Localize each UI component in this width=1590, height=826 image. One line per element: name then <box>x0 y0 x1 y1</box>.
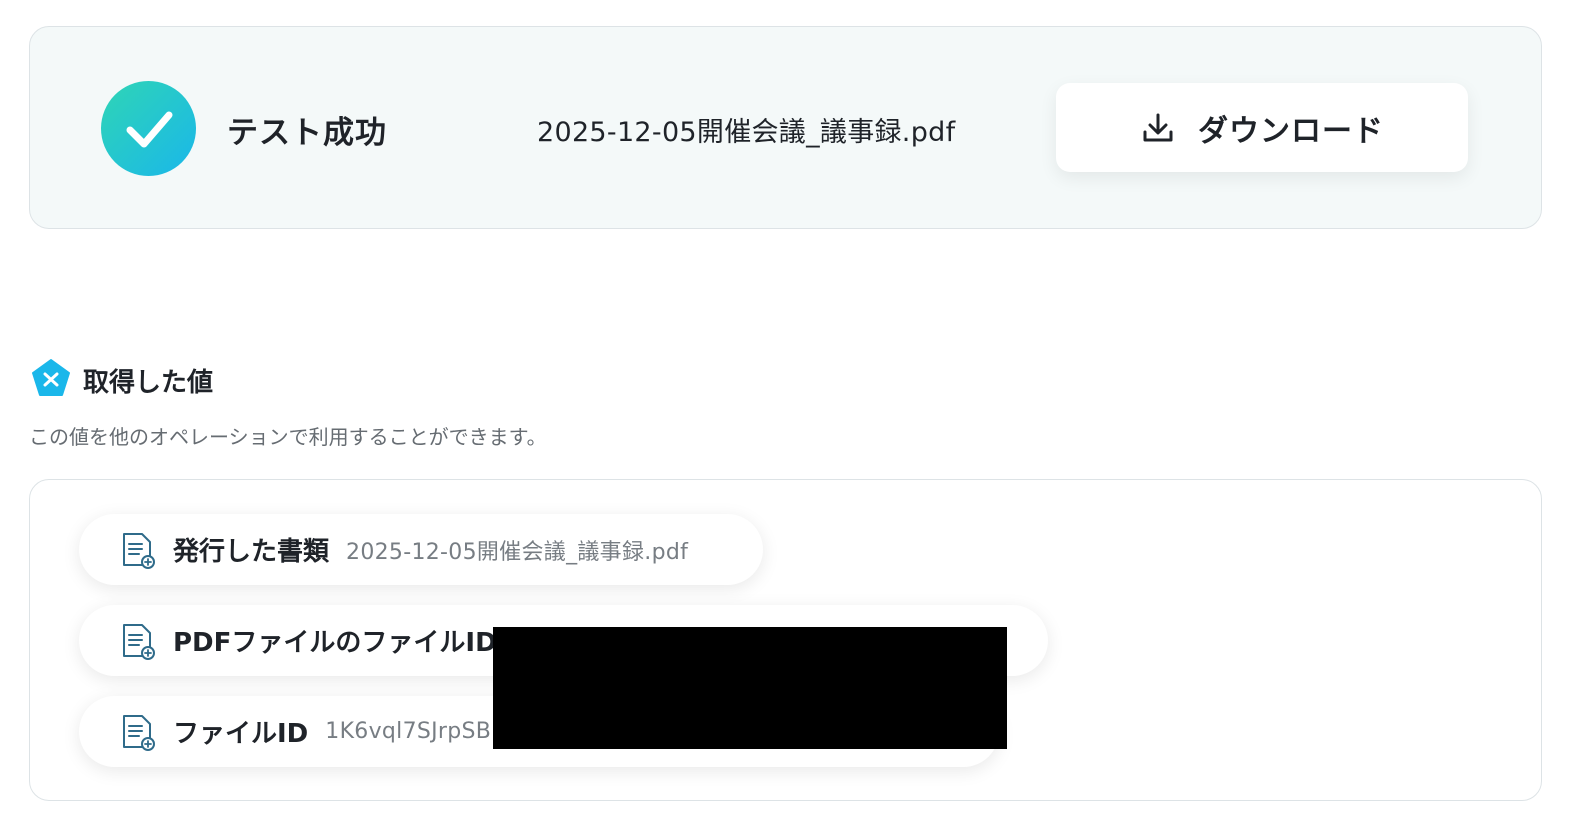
variable-icon <box>32 359 70 396</box>
success-check-icon <box>101 81 196 176</box>
value-item-label: ファイルID <box>173 719 309 749</box>
value-item-label: PDFファイルのファイルID <box>173 628 497 658</box>
section-description: この値を他のオペレーションで利用することができます。 <box>29 425 547 449</box>
section-title: 取得した値 <box>83 368 214 398</box>
document-icon <box>123 532 155 569</box>
download-button[interactable]: ダウンロード <box>1056 83 1468 172</box>
download-label: ダウンロード <box>1198 113 1384 149</box>
test-status-label: テスト成功 <box>227 115 387 151</box>
document-icon <box>123 714 155 751</box>
test-result-card: テスト成功 2025-12-05開催会議_議事録.pdf ダウンロード <box>29 26 1542 229</box>
result-file-name: 2025-12-05開催会議_議事録.pdf <box>537 117 956 148</box>
value-item-value: 2025-12-05開催会議_議事録.pdf <box>346 539 689 565</box>
value-item-label: 発行した書類 <box>173 537 330 567</box>
value-item-issued-document[interactable]: 発行した書類 2025-12-05開催会議_議事録.pdf <box>79 514 763 585</box>
redaction-block <box>493 627 1007 749</box>
document-icon <box>123 623 155 660</box>
value-item-value: 1K6vql7SJrpSB <box>325 719 492 744</box>
download-icon <box>1143 113 1173 141</box>
